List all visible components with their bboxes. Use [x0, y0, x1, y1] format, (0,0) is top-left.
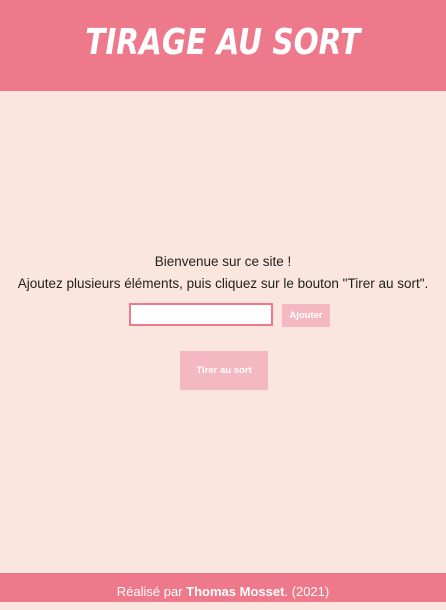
add-button[interactable]: Ajouter [282, 304, 330, 327]
page-header: Tirage au sort [0, 0, 446, 91]
footer-suffix: . (2021) [284, 584, 330, 599]
add-item-form: Ajouter [129, 303, 334, 327]
welcome-line-1: Bienvenue sur ce site ! [154, 254, 292, 269]
welcome-line-2: Ajoutez plusieurs éléments, puis cliquez… [17, 276, 429, 291]
item-input[interactable] [129, 303, 273, 326]
draw-button[interactable]: Tirer au sort [180, 351, 268, 390]
footer-prefix: Réalisé par [116, 584, 187, 599]
page-footer: Réalisé par Thomas Mosset. (2021) [0, 573, 446, 602]
page-title: Tirage au sort [85, 22, 361, 63]
footer-author: Thomas Mosset [186, 584, 285, 599]
welcome-message: Bienvenue sur ce site ! Ajoutez plusieur… [0, 251, 446, 295]
main-content: Bienvenue sur ce site ! Ajoutez plusieur… [0, 91, 446, 573]
